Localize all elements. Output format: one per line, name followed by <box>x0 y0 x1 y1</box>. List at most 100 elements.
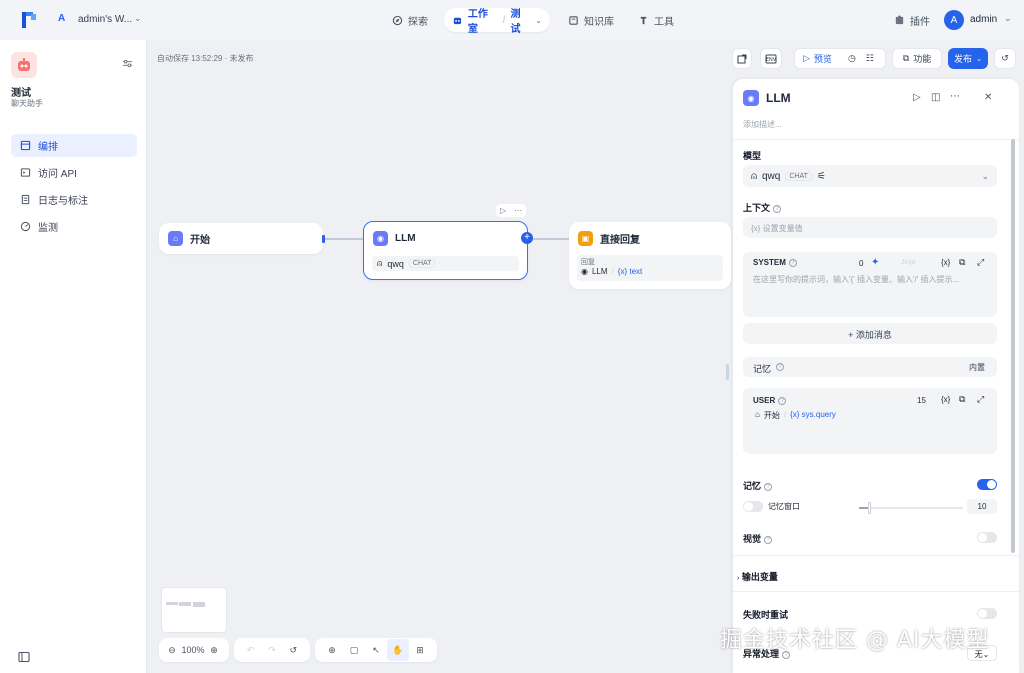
model-params-icon[interactable]: ⚟ <box>817 171 826 182</box>
help-icon[interactable]: ? <box>788 258 797 267</box>
sidebar-item-orchestrate[interactable]: 编排 <box>11 134 137 157</box>
memory-window-slider[interactable] <box>859 502 963 514</box>
retry-toggle[interactable] <box>977 608 997 619</box>
history-run-icon[interactable]: ◷ <box>848 53 856 64</box>
add-node-icon[interactable]: ⊕ <box>321 639 343 661</box>
start-node[interactable]: ⌂ 开始 <box>159 223 323 254</box>
chevron-down-icon: ⌄ <box>976 55 982 63</box>
sidebar-item-logs[interactable]: 日志与标注 <box>11 188 137 211</box>
add-note-icon[interactable]: ▢ <box>343 639 365 661</box>
workspace-name[interactable]: admin's W... <box>78 14 132 25</box>
organize-icon[interactable]: ⊞ <box>409 639 431 661</box>
settings-toggle-icon[interactable] <box>122 58 133 69</box>
description-input[interactable]: 添加描述... <box>743 119 782 130</box>
plugins-button[interactable]: 插件 <box>886 8 938 32</box>
nav-explore-label: 探索 <box>408 16 428 28</box>
play-icon[interactable]: ▷ <box>803 53 810 64</box>
panel-title[interactable]: LLM <box>766 91 791 105</box>
redo-icon[interactable]: ↷ <box>261 639 282 661</box>
history-icon[interactable]: ↺ <box>283 639 304 661</box>
close-icon[interactable]: ✕ <box>984 92 992 103</box>
zoom-controls: ⊖ 100% ⊕ <box>159 638 229 662</box>
memory-window-toggle[interactable] <box>743 501 763 512</box>
zoom-out-icon[interactable]: ⊖ <box>165 639 179 661</box>
env-button[interactable]: ENV <box>760 48 782 69</box>
user-prompt-input[interactable]: ⌂ 开始 / {x} sys.query <box>755 410 836 421</box>
llm-node-actions: ▷ ⋯ <box>496 204 526 217</box>
pointer-icon[interactable]: ↖ <box>365 639 387 661</box>
run-node-icon[interactable]: ▷ <box>913 92 921 103</box>
user-name[interactable]: admin <box>970 14 997 25</box>
retry-label: 失败时重试 <box>743 610 789 620</box>
help-icon[interactable]: ? <box>776 363 784 371</box>
panel-resize-handle[interactable] <box>726 364 729 380</box>
sparkle-icon[interactable]: ✦ <box>871 257 879 268</box>
sidebar-item-label: 编排 <box>38 142 58 153</box>
vision-label-text: 视觉 <box>743 534 762 544</box>
features-button[interactable]: ⧉ 功能 <box>892 48 942 69</box>
publish-button[interactable]: 发布 ⌄ <box>948 48 988 69</box>
export-button[interactable] <box>732 48 752 69</box>
run-node-icon[interactable]: ▷ <box>500 206 506 215</box>
memory-window-value[interactable]: 10 <box>967 499 997 514</box>
expand-icon[interactable]: ⤢ <box>977 257 984 268</box>
avatar[interactable]: A <box>944 10 964 30</box>
help-icon[interactable]: ? <box>778 396 787 405</box>
answer-ref-var: {x} text <box>617 267 643 276</box>
system-prompt-input[interactable]: 在这里写你的提示词，输入'{' 插入变量、输入'/' 插入提示... <box>753 274 993 285</box>
vision-toggle[interactable] <box>977 532 997 543</box>
preview-label[interactable]: 预览 <box>814 52 832 65</box>
minimap[interactable] <box>161 587 227 633</box>
history-controls: ↶ ↷ ↺ <box>234 638 310 662</box>
memory-window-label: 记忆窗口 <box>768 502 800 511</box>
model-name: qwq <box>762 170 781 182</box>
sidebar-item-api[interactable]: 访问 API <box>11 161 137 184</box>
logo-icon[interactable] <box>22 12 36 28</box>
expand-icon[interactable]: ⤢ <box>977 394 984 405</box>
nav-knowledge[interactable]: 知识库 <box>560 8 622 32</box>
add-node-handle[interactable]: + <box>521 232 533 244</box>
chevron-down-icon[interactable]: ⌄ <box>134 13 142 24</box>
llm-node-model-tag: CHAT <box>408 259 436 268</box>
jinja-toggle-label[interactable]: Jinja <box>901 259 915 266</box>
docs-icon[interactable]: ◫ <box>931 92 940 103</box>
nav-studio[interactable]: 工作室 / 测试 ⌄ <box>444 5 550 35</box>
output-vars-section[interactable]: › 输出变量 <box>737 570 778 583</box>
zoom-in-icon[interactable]: ⊕ <box>207 639 221 661</box>
hand-icon[interactable]: ✋ <box>387 639 409 661</box>
checklist-icon[interactable]: ☷ <box>866 53 874 64</box>
start-output-handle[interactable] <box>322 235 325 243</box>
nav-tools[interactable]: 工具 <box>630 8 682 32</box>
model-selector[interactable]: ⍝ qwq CHAT ⚟ ⌄ <box>743 165 997 187</box>
answer-node[interactable]: ▣ 直接回复 回复 ◉ LLM / {x} text <box>569 222 731 289</box>
memory-toggle[interactable] <box>977 479 997 490</box>
add-message-button[interactable]: + 添加消息 <box>743 323 997 344</box>
copy-icon[interactable]: ⧉ <box>959 257 965 268</box>
slider-thumb[interactable] <box>868 502 871 514</box>
more-icon[interactable]: ⋯ <box>950 91 960 102</box>
llm-node[interactable]: ◉ LLM ⍝ qwq CHAT <box>363 221 528 280</box>
nav-app-label[interactable]: 测试 <box>510 5 530 35</box>
sidebar-item-monitor[interactable]: 监测 <box>11 215 137 238</box>
context-variable-selector[interactable]: {x} 设置变量值 <box>743 217 997 238</box>
nav-separator: / <box>502 14 506 26</box>
help-icon[interactable]: ? <box>773 204 782 213</box>
copy-icon[interactable]: ⧉ <box>959 394 965 405</box>
node-config-panel: ◉ LLM ▷ ◫ ⋯ ✕ 添加描述... 模型 ⍝ qwq CHAT ⚟ ⌄ … <box>733 79 1019 673</box>
help-icon[interactable]: ? <box>764 535 773 544</box>
nav-explore[interactable]: 探索 <box>384 8 436 32</box>
reply-icon: ▣ <box>578 231 593 246</box>
collapse-sidebar-icon[interactable] <box>18 651 30 663</box>
panel-scrollbar[interactable] <box>1011 139 1015 553</box>
insert-variable-icon[interactable]: {x} <box>941 395 950 404</box>
help-icon[interactable]: ? <box>764 482 773 491</box>
chevron-down-icon[interactable]: ⌄ <box>1004 13 1012 24</box>
chevron-down-icon[interactable]: ⌄ <box>535 16 542 25</box>
zoom-level[interactable]: 100% <box>179 639 207 661</box>
more-icon[interactable]: ⋯ <box>514 206 522 215</box>
undo-icon[interactable]: ↶ <box>240 639 261 661</box>
version-history-button[interactable]: ↺ <box>994 48 1016 69</box>
system-prompt-box: SYSTEM? 0 ✦ Jinja {x} ⧉ ⤢ 在这里写你的提示词，输入'{… <box>743 252 997 317</box>
insert-variable-icon[interactable]: {x} <box>941 258 950 267</box>
compass-icon <box>392 15 403 25</box>
